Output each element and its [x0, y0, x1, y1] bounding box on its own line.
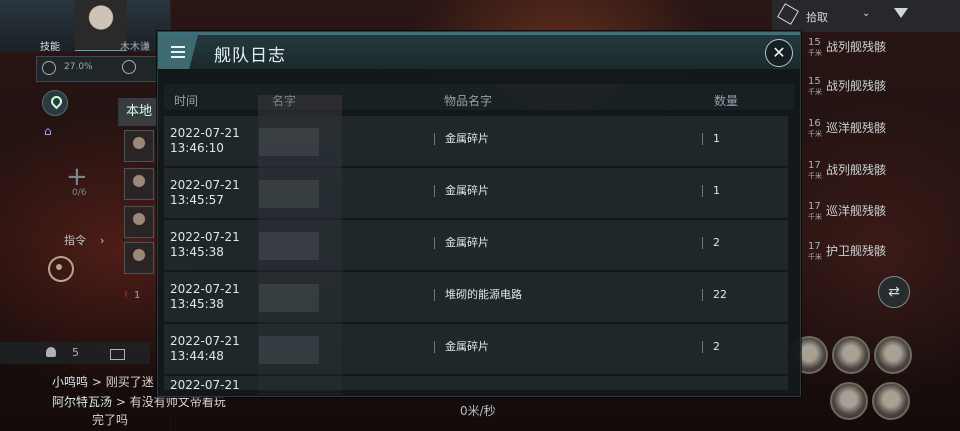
alert-count: 1 — [134, 290, 141, 301]
table-row[interactable]: 2022-07-21 13:45:57 金属碎片 1 — [164, 168, 788, 218]
row-qty: 22 — [702, 289, 727, 301]
col-header-qty: 数量 — [714, 94, 739, 108]
col-header-item: 物品名字 — [444, 94, 493, 108]
row-name-redacted — [259, 128, 319, 156]
overview-row[interactable]: 17 千米 巡洋舰残骸 — [808, 198, 958, 224]
row-timestamp: 2022-07-21 13:44:48 — [170, 334, 240, 363]
row-item: 金属碎片 — [434, 341, 489, 353]
row-item: 金属碎片 — [434, 185, 489, 197]
row-qty: 2 — [702, 341, 720, 353]
row-timestamp: 2022-07-21 13:45:38 — [170, 282, 240, 311]
player-corp: 木木谦 — [120, 42, 150, 53]
row-timestamp: 2022-07-21 13:46:10 — [170, 126, 240, 155]
overview-row[interactable]: 15 千米 战列舰残骸 — [808, 73, 958, 99]
overview-row[interactable]: 15 千米 战列舰残骸 — [808, 34, 958, 60]
row-name-redacted — [259, 284, 319, 312]
member-count: 0/6 — [72, 188, 87, 198]
row-qty: 1 — [702, 185, 720, 197]
avatar[interactable] — [124, 242, 154, 274]
module-button[interactable] — [872, 382, 910, 420]
row-name-redacted — [259, 180, 319, 208]
row-timestamp: 2022-07-21 13:45:57 — [170, 178, 240, 207]
command-button[interactable]: 指令 — [64, 232, 104, 248]
avatar[interactable] — [124, 130, 154, 162]
chat-user-count: 5 — [72, 346, 79, 359]
speed-readout: 0米/秒 — [460, 404, 496, 418]
fleet-log-dialog: 舰队日志 时间 名字 物品名字 数量 2022-07-2113:46:10 金属… — [157, 31, 801, 397]
mail-icon[interactable] — [110, 349, 125, 360]
dialog-header: 舰队日志 — [158, 32, 800, 69]
timer-icon — [122, 60, 136, 74]
header-accent — [158, 32, 800, 35]
row-name-redacted — [259, 336, 319, 364]
filter-icon[interactable] — [894, 8, 908, 18]
row-item: 金属碎片 — [434, 133, 489, 145]
row-timestamp: 2022-07-21 — [170, 378, 240, 390]
overview-row[interactable]: 17 千米 护卫舰残骸 — [808, 238, 958, 264]
module-button[interactable] — [874, 336, 912, 374]
swap-icon[interactable]: ⇄ — [878, 276, 910, 308]
corp-icon: ⌂ — [44, 124, 52, 138]
target-icon[interactable] — [48, 256, 74, 282]
row-item: 堆砌的能源电路 — [434, 289, 522, 301]
menu-button[interactable] — [158, 35, 198, 69]
status-percent: 27.0% — [64, 62, 93, 72]
row-name-redacted — [259, 232, 319, 260]
dialog-title: 舰队日志 — [214, 46, 286, 66]
overview-row[interactable]: 16 千米 巡洋舰残骸 — [808, 115, 958, 141]
close-icon[interactable]: ✕ — [765, 39, 793, 67]
table-row[interactable]: 2022-07-21 13:44:48 金属碎片 2 — [164, 324, 788, 374]
row-qty: 1 — [702, 133, 720, 145]
chat-message[interactable]: 完了吗 — [92, 411, 128, 428]
table-row[interactable]: 2022-07-21 13:46:10 金属碎片 1 — [164, 116, 788, 166]
location-pin-icon[interactable] — [42, 90, 68, 116]
module-button[interactable] — [832, 336, 870, 374]
chevron-down-icon[interactable]: ⌄ — [862, 8, 870, 19]
col-header-time: 时间 — [174, 94, 199, 108]
module-button[interactable] — [830, 382, 868, 420]
menu-icon — [171, 46, 185, 48]
user-icon[interactable] — [46, 347, 56, 357]
row-timestamp: 2022-07-21 13:45:38 — [170, 230, 240, 259]
avatar[interactable] — [124, 206, 154, 238]
row-item: 金属碎片 — [434, 237, 489, 249]
overview-row[interactable]: 17 千米 战列舰残骸 — [808, 157, 958, 183]
table-row[interactable]: 2022-07-21 — [164, 376, 788, 390]
table-row[interactable]: 2022-07-21 13:45:38 金属碎片 2 — [164, 220, 788, 270]
avatar[interactable] — [124, 168, 154, 200]
table-row[interactable]: 2022-07-21 13:45:38 堆砌的能源电路 22 — [164, 272, 788, 322]
chat-message[interactable]: 小鸣鸣 > 刚买了迷 — [52, 373, 154, 390]
player-name: 技能 — [40, 42, 60, 53]
shield-icon — [42, 61, 56, 75]
pickup-filter[interactable]: 拾取 — [806, 9, 828, 25]
row-qty: 2 — [702, 237, 720, 249]
alert-badge: ! 1 — [124, 290, 141, 301]
